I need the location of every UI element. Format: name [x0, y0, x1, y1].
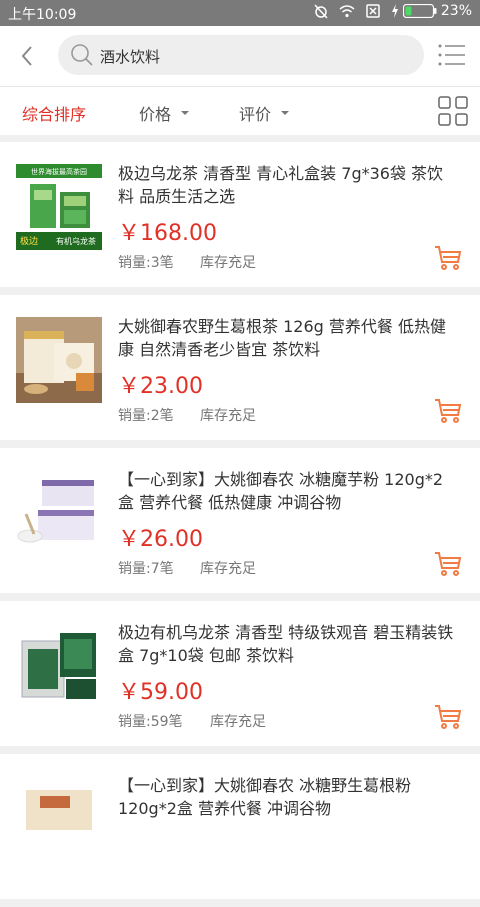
product-image-text: 世界海拔最高茶园: [31, 167, 87, 176]
back-button[interactable]: [12, 41, 42, 71]
search-input[interactable]: [98, 35, 412, 77]
status-bar: 上午10:09 23%: [0, 0, 480, 26]
caret-down-icon: [181, 111, 190, 115]
add-to-cart-button[interactable]: [434, 244, 462, 272]
product-price: ￥59.00: [118, 680, 203, 705]
product-item[interactable]: 世界海拔最高茶园 极边 有机乌龙茶 极边乌龙茶 清香型 青心礼盒装 7g*36袋…: [0, 142, 480, 287]
status-time: 上午10:09: [8, 7, 77, 23]
sort-rating[interactable]: 评价: [239, 101, 290, 125]
product-price: ￥26.00: [118, 527, 203, 552]
product-image-text: 极边: [20, 235, 38, 247]
no-sim-icon: [366, 4, 380, 18]
battery-icon: [402, 4, 437, 18]
product-image-text: 有机乌龙茶: [56, 236, 96, 246]
header: [0, 26, 480, 87]
product-list: 世界海拔最高茶园 极边 有机乌龙茶 极边乌龙茶 清香型 青心礼盒装 7g*36袋…: [0, 142, 480, 907]
cart-icon: [435, 399, 462, 423]
sort-bar: 综合排序 价格 评价: [0, 87, 480, 135]
battery: 23%: [391, 3, 472, 19]
product-sales: 销量:2笔: [118, 408, 174, 424]
product-sales: 销量:59笔: [118, 714, 183, 730]
product-stock: 库存充足: [200, 561, 256, 577]
product-title[interactable]: 大姚御春农野生葛根茶 126g 营养代餐 低热健康 自然清香老少皆宜 茶饮料: [118, 315, 458, 361]
product-stock: 库存充足: [210, 714, 266, 730]
product-sales: 销量:3笔: [118, 255, 174, 271]
grid-view-toggle[interactable]: [438, 96, 468, 126]
add-to-cart-button[interactable]: [434, 703, 462, 731]
battery-percent: 23%: [440, 3, 472, 19]
sort-comprehensive[interactable]: 综合排序: [22, 101, 86, 125]
product-image-kudzu-tea: [16, 317, 102, 403]
product-stock: 库存充足: [200, 408, 256, 424]
add-to-cart-button[interactable]: [434, 397, 462, 425]
sort-price[interactable]: 价格: [139, 101, 190, 125]
add-to-cart-button[interactable]: [434, 550, 462, 578]
sort-rating-label: 评价: [239, 105, 272, 124]
product-price: ￥168.00: [118, 221, 217, 246]
product-item[interactable]: 大姚御春农野生葛根茶 126g 营养代餐 低热健康 自然清香老少皆宜 茶饮料 ￥…: [0, 295, 480, 440]
grid-view-icon: [438, 96, 468, 126]
alarm-off-icon: [314, 4, 328, 19]
product-image-kudzu-powder: [16, 776, 102, 862]
sort-price-label: 价格: [139, 105, 172, 124]
product-sales: 销量:7笔: [118, 561, 174, 577]
product-image-oolong-tin: [16, 623, 102, 709]
product-item[interactable]: 极边有机乌龙茶 清香型 特级铁观音 碧玉精装铁盒 7g*10袋 包邮 茶饮料 ￥…: [0, 601, 480, 746]
product-title[interactable]: 【一心到家】大姚御春农 冰糖野生葛根粉 120g*2盒 营养代餐 冲调谷物: [118, 774, 458, 820]
product-title[interactable]: 极边乌龙茶 清香型 青心礼盒装 7g*36袋 茶饮料 品质生活之选: [118, 162, 458, 208]
product-item[interactable]: 【一心到家】大姚御春农 冰糖魔芋粉 120g*2盒 营养代餐 低热健康 冲调谷物…: [0, 448, 480, 593]
cart-icon: [435, 246, 462, 270]
caret-down-icon: [281, 111, 290, 115]
chevron-left-icon: [21, 46, 32, 66]
sort-comprehensive-label: 综合排序: [22, 105, 87, 124]
product-title[interactable]: 【一心到家】大姚御春农 冰糖魔芋粉 120g*2盒 营养代餐 低热健康 冲调谷物: [118, 468, 458, 514]
product-title[interactable]: 极边有机乌龙茶 清香型 特级铁观音 碧玉精装铁盒 7g*10袋 包邮 茶饮料: [118, 621, 458, 667]
product-image-oolong-gift: 世界海拔最高茶园 极边 有机乌龙茶: [16, 164, 102, 250]
menu-button[interactable]: [438, 43, 466, 67]
product-item[interactable]: 【一心到家】大姚御春农 冰糖野生葛根粉 120g*2盒 营养代餐 冲调谷物: [0, 754, 480, 899]
product-price: ￥23.00: [118, 374, 203, 399]
list-menu-icon: [438, 44, 465, 66]
search-icon: [71, 44, 93, 66]
cart-icon: [435, 552, 462, 576]
status-icons: 23%: [313, 3, 472, 19]
wifi-icon: [339, 5, 355, 18]
cart-icon: [435, 705, 462, 729]
search-box[interactable]: [58, 35, 424, 77]
charging-icon: [391, 4, 398, 18]
product-stock: 库存充足: [200, 255, 256, 271]
product-image-konjac-powder: [16, 470, 102, 556]
